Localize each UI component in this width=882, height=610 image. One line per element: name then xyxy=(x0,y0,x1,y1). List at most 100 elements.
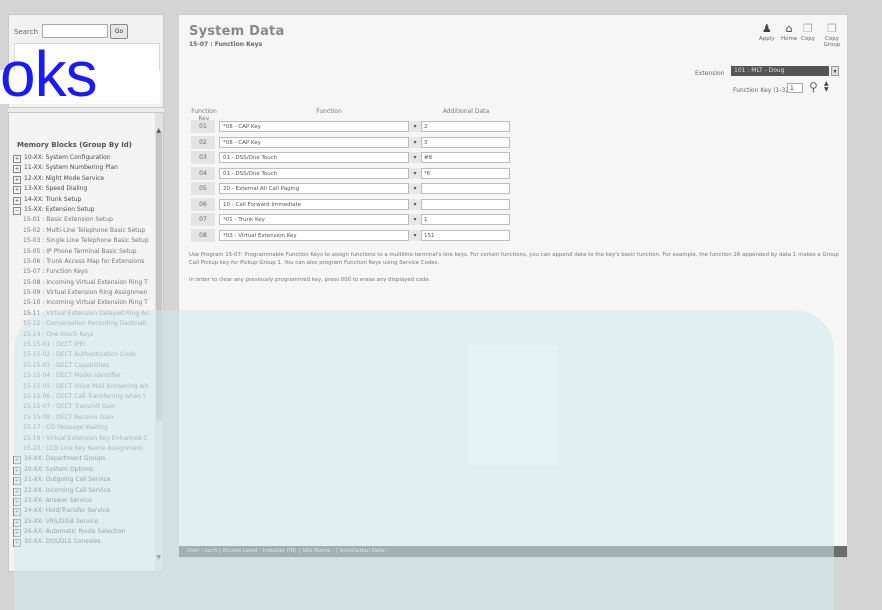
tree-sub-item[interactable]: 15-15-02 : DECT Authentication Code xyxy=(13,350,159,360)
tree-group-item[interactable]: +16-XX: Department Groups xyxy=(13,454,159,465)
tree-group-item[interactable]: +13-XX: Speed Dialing xyxy=(13,184,159,195)
tree-sub-item[interactable]: 15-12 : Conversation Recording Destinati xyxy=(13,319,159,329)
additional-data-input[interactable] xyxy=(421,183,510,194)
tree-sub-item[interactable]: 15-15-04 : DECT Model Identifier xyxy=(13,371,159,381)
chevron-down-icon[interactable]: ▾ xyxy=(408,152,421,163)
function-select[interactable]: *03 - Virtual Extension Key xyxy=(219,229,420,241)
tree-item-label: 20-XX: System Options xyxy=(24,465,94,473)
extension-select[interactable]: 101 : MLT - Doug xyxy=(731,66,829,76)
tree-sub-item[interactable]: 15-01 : Basic Extension Setup xyxy=(13,215,159,225)
function-key-input[interactable]: 1 xyxy=(787,83,803,93)
additional-data-input[interactable]: 2 xyxy=(421,121,510,132)
function-select[interactable]: 01 - DSS/One Touch xyxy=(219,167,420,179)
tree-sub-item[interactable]: 15-11 : Virtual Extension Delayed Ring A… xyxy=(13,309,159,319)
function-key-number: 02 xyxy=(191,135,215,149)
expand-icon[interactable]: + xyxy=(13,155,21,163)
additional-data-input[interactable]: 3 xyxy=(421,136,510,148)
chevron-down-icon[interactable]: ▾ xyxy=(408,229,421,241)
expand-icon[interactable]: + xyxy=(13,477,21,486)
chevron-down-icon[interactable]: ▾ xyxy=(408,183,421,194)
tree-group-item[interactable]: +22-XX: Incoming Call Service xyxy=(13,486,159,496)
additional-data-input[interactable]: 1 xyxy=(421,214,510,225)
tree-sub-item[interactable]: 15-15-01 : DECT IPEI xyxy=(13,340,159,350)
scroll-up-icon[interactable]: ▲ xyxy=(156,127,161,134)
tree-group-item[interactable]: +14-XX: Trunk Setup xyxy=(13,195,159,205)
copy-group-button[interactable]: ❐ Copy Group xyxy=(821,22,843,49)
home-button[interactable]: ⌂ Home xyxy=(781,23,797,43)
tree-item-label: 15-09 : Virtual Extension Ring Assignmen xyxy=(23,289,148,297)
collapse-icon[interactable]: − xyxy=(13,206,21,215)
expand-icon[interactable]: + xyxy=(13,518,21,527)
expand-icon[interactable]: + xyxy=(13,165,21,174)
tree-sub-item[interactable]: 15-07 : Function Keys xyxy=(13,267,159,277)
tree-group-item[interactable]: +24-XX: Hold/Transfer Service xyxy=(13,506,159,517)
tree-sub-item[interactable]: 15-05 : IP Phone Terminal Basic Setup xyxy=(13,247,159,257)
chevron-down-icon[interactable]: ▾ xyxy=(831,66,839,76)
expand-icon[interactable]: + xyxy=(13,539,21,548)
function-select[interactable]: 20 - External All Call Paging xyxy=(219,183,420,194)
chevron-down-icon[interactable]: ▾ xyxy=(408,167,421,179)
tree-item-label: 15-15-02 : DECT Authentication Code xyxy=(23,351,136,359)
tree-sub-item[interactable]: 15-02 : Multi-Line Telephone Basic Setup xyxy=(13,226,159,236)
tree-scrollbar[interactable] xyxy=(155,113,163,571)
expand-icon[interactable]: + xyxy=(13,508,21,517)
tree-group-item[interactable]: +30-XX: DSS/DLS Consoles xyxy=(13,537,159,548)
additional-data-input[interactable]: #8 xyxy=(421,152,510,163)
tree-group-item[interactable]: +26-XX: Automatic Route Selection xyxy=(13,527,159,538)
search-go-button[interactable]: Go xyxy=(110,24,128,39)
function-key-number: 01 xyxy=(191,120,215,133)
function-select[interactable]: *08 - CAP Key xyxy=(219,121,420,132)
tree-sub-item[interactable]: 15-09 : Virtual Extension Ring Assignmen xyxy=(13,288,159,298)
additional-data-input[interactable] xyxy=(421,198,510,210)
tree-sub-item[interactable]: 15-03 : Single Line Telephone Basic Setu… xyxy=(13,236,159,246)
apply-button[interactable]: ♟ Apply xyxy=(759,23,775,43)
function-select[interactable]: *01 - Trunk Key xyxy=(219,214,420,225)
tree-sub-item[interactable]: 15-10 : Incoming Virtual Extension Ring … xyxy=(13,298,159,308)
tree-sub-item[interactable]: 15-14 : One-touch Keys xyxy=(13,330,159,340)
chevron-down-icon[interactable]: ▾ xyxy=(408,121,421,132)
tree-group-item[interactable]: −15-XX: Extension Setup xyxy=(13,205,159,215)
tree-sub-item[interactable]: 15-18 : Virtual Extension Key Enhanced C xyxy=(13,434,159,444)
search-input[interactable] xyxy=(42,24,108,38)
copy-button[interactable]: ❐ Copy xyxy=(801,23,815,43)
tree-sub-item[interactable]: 15-15-05 : DECT Voice Mail Answering wh xyxy=(13,382,159,392)
expand-icon[interactable]: + xyxy=(13,529,21,538)
search-icon[interactable]: ⚲ xyxy=(809,80,818,94)
tree-sub-item[interactable]: 15-06 : Trunk Access Map for Extensions xyxy=(13,257,159,267)
tree-sub-item[interactable]: 15-08 : Incoming Virtual Extension Ring … xyxy=(13,278,159,288)
expand-icon[interactable]: + xyxy=(13,186,21,195)
expand-icon[interactable]: + xyxy=(13,497,21,506)
tree-scrollbar-thumb[interactable] xyxy=(156,131,162,421)
expand-icon[interactable]: + xyxy=(13,196,21,205)
expand-icon[interactable]: + xyxy=(13,487,21,496)
function-select[interactable]: *08 - CAP Key xyxy=(219,136,420,148)
spinner-icon[interactable]: ▲ ▼ xyxy=(824,81,829,93)
tree-group-item[interactable]: +23-XX: Answer Service xyxy=(13,496,159,506)
tree-sub-item[interactable]: 15-15-07 : DECT Transmit Gain xyxy=(13,402,159,412)
additional-data-input[interactable]: 151 xyxy=(421,229,510,241)
tree-sub-item[interactable]: 15-15-06 : DECT Call Transferring when t xyxy=(13,392,159,402)
expand-icon[interactable]: + xyxy=(13,175,21,184)
chevron-down-icon[interactable]: ▾ xyxy=(408,214,421,225)
tree-group-item[interactable]: +20-XX: System Options xyxy=(13,465,159,475)
function-select[interactable]: 10 - Call Forward Immediate xyxy=(219,198,420,210)
tree-sub-item[interactable]: 15-15-08 : DECT Receive Gain xyxy=(13,413,159,423)
copy-group-icon: ❐ xyxy=(827,22,837,35)
tree-sub-item[interactable]: 15-20 : LCD Line Key Name Assignment xyxy=(13,444,159,454)
tree-group-item[interactable]: +12-XX: Night Mode Service xyxy=(13,174,159,184)
chevron-down-icon[interactable]: ▾ xyxy=(408,198,421,210)
chevron-down-icon[interactable]: ▾ xyxy=(408,136,421,148)
tree-group-item[interactable]: +10-XX: System Configuration xyxy=(13,153,159,163)
additional-data-input[interactable]: *6 xyxy=(421,167,510,179)
expand-icon[interactable]: + xyxy=(13,456,21,465)
expand-icon[interactable]: + xyxy=(13,466,21,475)
tree-item-label: 11-XX: System Numbering Plan xyxy=(24,164,118,172)
tree-sub-item[interactable]: 15-15-03 : DECT Capabilities xyxy=(13,361,159,371)
scroll-down-icon[interactable]: ▼ xyxy=(156,554,161,561)
tree-sub-item[interactable]: 15-17 : CO Message Waiting xyxy=(13,423,159,433)
tree-group-item[interactable]: +21-XX: Outgoing Call Service xyxy=(13,475,159,486)
tree-item-label: 26-XX: Automatic Route Selection xyxy=(24,528,126,536)
tree-group-item[interactable]: +25-XX: VRS/DISA Service xyxy=(13,517,159,527)
function-select[interactable]: 01 - DSS/One Touch xyxy=(219,152,420,163)
tree-group-item[interactable]: +11-XX: System Numbering Plan xyxy=(13,163,159,174)
